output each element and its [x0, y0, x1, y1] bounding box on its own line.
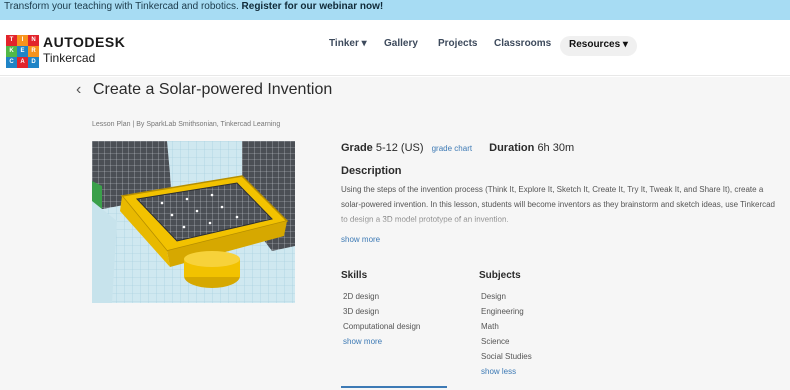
- logo-cell: K: [6, 46, 17, 57]
- action-button-edge[interactable]: [341, 386, 447, 388]
- skill-item[interactable]: 2D design: [343, 289, 420, 304]
- subject-item[interactable]: Math: [481, 319, 532, 334]
- tinkercad-logo[interactable]: T I N K E R C A D: [6, 35, 39, 68]
- subject-item[interactable]: Social Studies: [481, 349, 532, 364]
- description-heading: Description: [341, 165, 402, 177]
- grade-label: Grade: [341, 142, 373, 154]
- skills-heading: Skills: [341, 270, 368, 281]
- brand-tinkercad: Tinkercad: [43, 51, 96, 65]
- promo-banner: Transform your teaching with Tinkercad a…: [0, 0, 790, 20]
- description-show-more-link[interactable]: show more: [341, 235, 380, 244]
- logo-cell: N: [28, 35, 39, 46]
- skill-item[interactable]: 3D design: [343, 304, 420, 319]
- nav-classrooms[interactable]: Classrooms: [494, 38, 551, 49]
- logo-cell: A: [17, 57, 28, 68]
- banner-text: Transform your teaching with Tinkercad a…: [4, 1, 384, 12]
- subjects-list: Design Engineering Math Science Social S…: [481, 289, 532, 379]
- breadcrumb: Lesson Plan | By SparkLab Smithsonian, T…: [92, 121, 281, 128]
- lesson-content: ‹ Create a Solar-powered Invention Lesso…: [0, 77, 790, 390]
- subjects-show-less-link[interactable]: show less: [481, 364, 532, 379]
- subjects-heading: Subjects: [479, 270, 521, 281]
- solar-invention-render: [92, 141, 295, 303]
- page-title: Create a Solar-powered Invention: [93, 81, 333, 98]
- nav-tinker[interactable]: Tinker ▾: [329, 38, 367, 49]
- brand-autodesk: AUTODESK: [43, 34, 126, 50]
- lesson-preview-image[interactable]: [92, 141, 295, 303]
- back-chevron-icon[interactable]: ‹: [76, 81, 81, 99]
- top-header: T I N K E R C A D AUTODESK Tinkercad Tin…: [0, 20, 790, 76]
- logo-cell: T: [6, 35, 17, 46]
- description-fade: [341, 213, 786, 229]
- grade-value: 5-12 (US): [375, 142, 424, 154]
- logo-cell: I: [17, 35, 28, 46]
- nav-resources[interactable]: Resources ▾: [560, 36, 637, 56]
- logo-cell: E: [17, 46, 28, 57]
- subject-item[interactable]: Design: [481, 289, 532, 304]
- skill-item[interactable]: Computational design: [343, 319, 420, 334]
- banner-cta-link[interactable]: Register for our webinar now!: [242, 1, 384, 12]
- skills-show-more-link[interactable]: show more: [343, 334, 420, 349]
- duration-label: Duration: [489, 142, 535, 154]
- nav-projects[interactable]: Projects: [438, 38, 477, 49]
- logo-cell: D: [28, 57, 39, 68]
- logo-cell: C: [6, 57, 17, 68]
- nav-gallery[interactable]: Gallery: [384, 38, 418, 49]
- duration-value: 6h 30m: [537, 142, 575, 154]
- subject-item[interactable]: Science: [481, 334, 532, 349]
- logo-cell: R: [28, 46, 39, 57]
- grade-chart-link[interactable]: grade chart: [432, 144, 472, 153]
- skills-list: 2D design 3D design Computational design…: [343, 289, 420, 349]
- grade-duration-row: Grade 5-12 (US) grade chart Duration 6h …: [341, 142, 574, 154]
- subject-item[interactable]: Engineering: [481, 304, 532, 319]
